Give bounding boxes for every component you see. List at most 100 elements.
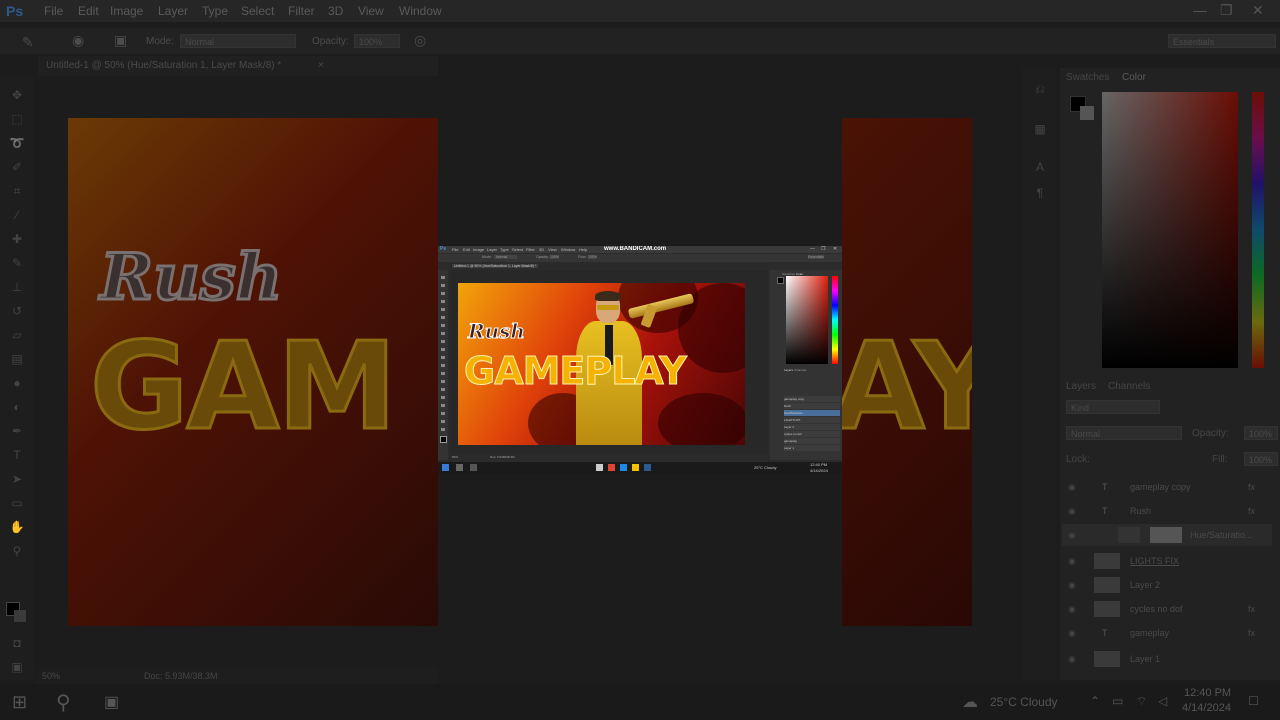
layer-opacity-input[interactable]: 100%	[1244, 426, 1278, 440]
notifications-icon[interactable]: ☐	[1248, 694, 1259, 708]
shape-tool-icon[interactable]: ▭	[9, 496, 25, 510]
menu-edit[interactable]: Edit	[78, 4, 99, 18]
inset-clock-time[interactable]: 12:40 PM	[810, 462, 827, 467]
inset-document-tab[interactable]: Untitled-1 @ 50% (Hue/Saturation 1, Laye…	[452, 264, 539, 268]
inset-move-tool-icon[interactable]	[441, 276, 445, 279]
inset-zoom-tool-icon[interactable]	[441, 428, 445, 431]
inset-restore-icon[interactable]: ❐	[821, 246, 825, 252]
layer-row[interactable]: ◉ LIGHTS FIX	[1062, 550, 1272, 572]
inset-eyedropper-tool-icon[interactable]	[441, 316, 445, 319]
inset-taskview-icon[interactable]	[470, 464, 477, 471]
inset-explorer-icon[interactable]	[632, 464, 639, 471]
layer-mask-thumb[interactable]	[1150, 527, 1182, 543]
minimize-icon[interactable]: —	[1193, 2, 1207, 18]
eye-icon[interactable]: ◉	[1068, 524, 1076, 546]
tray-chevron-icon[interactable]: ⌃	[1090, 694, 1100, 708]
inset-layer-row[interactable]: Rush	[784, 403, 840, 409]
inset-menu-edit[interactable]: Edit	[463, 247, 470, 252]
workspace-select[interactable]: Essentials	[1168, 34, 1276, 48]
eye-icon[interactable]: ◉	[1068, 500, 1076, 522]
brush-tool-icon[interactable]: ✎	[22, 34, 34, 51]
brush-preset-icon[interactable]: ◉	[72, 32, 84, 49]
inset-crop-tool-icon[interactable]	[441, 308, 445, 311]
inset-layer-row[interactable]: cycles no dof	[784, 431, 840, 437]
inset-tab-channels[interactable]: Channels	[794, 368, 807, 372]
crop-tool-icon[interactable]: ⌗	[9, 184, 25, 198]
fx-icon[interactable]: fx	[1248, 476, 1255, 498]
menu-file[interactable]: File	[44, 4, 63, 18]
eraser-tool-icon[interactable]: ▱	[9, 328, 25, 342]
menu-view[interactable]: View	[358, 4, 384, 18]
inset-menu-view[interactable]: View	[548, 247, 557, 252]
inset-brush-tool-icon[interactable]	[441, 332, 445, 335]
pressure-opacity-icon[interactable]: ◎	[414, 32, 426, 49]
healing-tool-icon[interactable]: ✚	[9, 232, 25, 246]
blur-tool-icon[interactable]: ●	[9, 376, 25, 390]
layer-kind-filter[interactable]: Kind	[1066, 400, 1160, 414]
close-icon[interactable]: ✕	[1252, 2, 1264, 19]
battery-icon[interactable]: ▭	[1112, 694, 1123, 708]
inset-menu-filter[interactable]: Filter	[526, 247, 535, 252]
inset-flow-input[interactable]: 100%	[588, 255, 597, 259]
color-picker-field[interactable]	[1102, 92, 1238, 368]
document-tab[interactable]: Untitled-1 @ 50% (Hue/Saturation 1, Laye…	[46, 60, 281, 71]
inset-select-tool-icon[interactable]	[441, 300, 445, 303]
inset-menu-image[interactable]: Image	[473, 247, 484, 252]
tab-layers[interactable]: Layers	[1066, 381, 1096, 392]
layer-row[interactable]: ◉ cycles no dof fx	[1062, 598, 1272, 620]
inset-color-picker[interactable]	[786, 276, 828, 364]
mode-select[interactable]: Normal	[180, 34, 296, 48]
bg-swatch[interactable]	[1080, 106, 1094, 120]
inset-hue-slider[interactable]	[832, 276, 838, 364]
layer-row[interactable]: ◉ Layer 2	[1062, 574, 1272, 596]
inset-layer-row[interactable]: Layer 2	[784, 424, 840, 430]
fx-icon[interactable]: fx	[1248, 622, 1255, 644]
paragraph-panel-icon[interactable]: ¶	[1032, 186, 1048, 200]
inset-heal-tool-icon[interactable]	[441, 324, 445, 327]
inset-minimize-icon[interactable]: —	[810, 246, 815, 252]
inset-menu-select[interactable]: Select	[512, 247, 523, 252]
inset-workspace-select[interactable]: Essentials	[808, 255, 824, 259]
inset-start-icon[interactable]	[442, 464, 449, 471]
eye-icon[interactable]: ◉	[1068, 648, 1076, 670]
inset-marquee-tool-icon[interactable]	[441, 284, 445, 287]
inset-fg-swatch[interactable]	[440, 436, 447, 443]
eye-icon[interactable]: ◉	[1068, 598, 1076, 620]
inset-menu-type[interactable]: Type	[500, 247, 509, 252]
inset-layer-row[interactable]: LIGHTS FIX	[784, 417, 840, 423]
blend-mode-select[interactable]: Normal	[1066, 426, 1182, 440]
inset-app-icon[interactable]	[596, 464, 603, 471]
brush-panel-icon[interactable]: ▣	[114, 32, 127, 49]
eye-icon[interactable]: ◉	[1068, 550, 1076, 572]
inset-pen-tool-icon[interactable]	[441, 388, 445, 391]
zoom-tool-icon[interactable]: ⚲	[9, 544, 25, 558]
tab-close-icon[interactable]: ×	[318, 60, 324, 71]
thumbnail-artwork[interactable]: Rush GAMEPLAY	[458, 283, 745, 445]
inset-stamp-tool-icon[interactable]	[441, 340, 445, 343]
inset-menu-help[interactable]: Help	[579, 247, 587, 252]
marquee-tool-icon[interactable]: ⬚	[9, 112, 25, 126]
type-tool-icon[interactable]: T	[9, 448, 25, 462]
inset-color-swatch[interactable]	[777, 277, 784, 284]
eyedropper-tool-icon[interactable]: ⁄	[9, 208, 25, 222]
layer-row[interactable]: ◉ T gameplay fx	[1062, 622, 1272, 644]
screen-mode-icon[interactable]: ▣	[9, 660, 25, 674]
menu-3d[interactable]: 3D	[328, 4, 343, 18]
inset-chrome-icon[interactable]	[608, 464, 615, 471]
brush-tool-side-icon[interactable]: ✎	[9, 256, 25, 270]
eye-icon[interactable]: ◉	[1068, 476, 1076, 498]
windows-start-icon[interactable]: ⊞	[12, 692, 27, 713]
inset-path-tool-icon[interactable]	[441, 404, 445, 407]
menu-window[interactable]: Window	[399, 4, 442, 18]
volume-icon[interactable]: ◁	[1158, 694, 1167, 708]
move-tool-icon[interactable]: ✥	[9, 88, 25, 102]
inset-layer-row[interactable]: gameplay	[784, 438, 840, 444]
hue-slider[interactable]	[1252, 92, 1264, 368]
character-panel-icon[interactable]: A	[1032, 160, 1048, 174]
inset-hand-tool-icon[interactable]	[441, 420, 445, 423]
background-color-swatch[interactable]	[14, 610, 26, 622]
inset-shape-tool-icon[interactable]	[441, 412, 445, 415]
clock-time[interactable]: 12:40 PM	[1184, 687, 1231, 699]
layer-row[interactable]: ◉ T gameplay copy fx	[1062, 476, 1272, 498]
inset-type-tool-icon[interactable]	[441, 396, 445, 399]
